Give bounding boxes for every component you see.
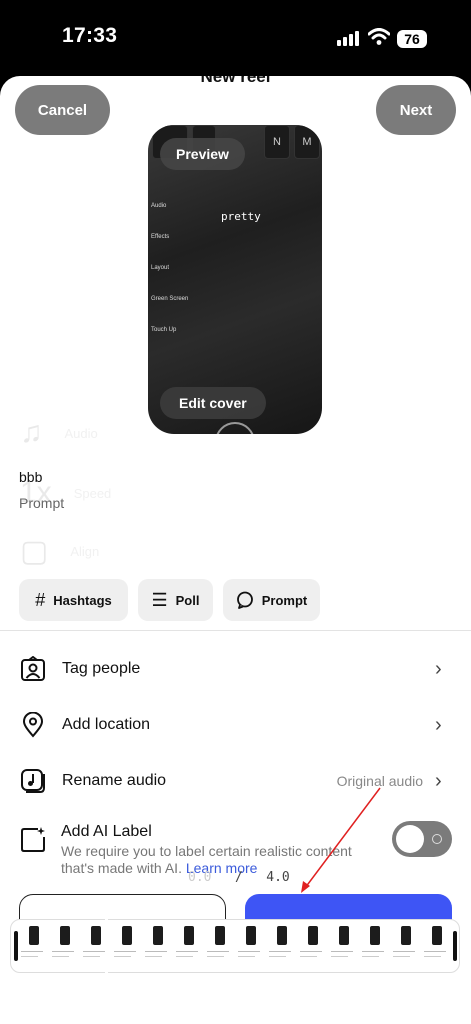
tag-people-row[interactable]: Tag people › (0, 645, 471, 693)
chevron-right-icon: › (435, 769, 442, 792)
keyboard-key: M (294, 125, 320, 159)
filmstrip-frame (267, 924, 295, 968)
battery-icon: 76 (397, 30, 427, 48)
toggle-off-indicator (432, 834, 442, 844)
background-tool-label: Audio (64, 425, 98, 441)
next-button[interactable]: Next (376, 85, 456, 135)
side-option: Touch Up (151, 327, 177, 333)
side-option: Audio (151, 203, 167, 209)
status-bar: 17:33 76 (0, 0, 471, 76)
video-filmstrip[interactable] (10, 919, 460, 973)
toggle-knob (396, 825, 424, 853)
row-label: Tag people (62, 660, 141, 677)
home-indicator (153, 1009, 320, 1014)
trim-handle-left[interactable] (14, 931, 18, 961)
chip-label: Prompt (261, 592, 308, 608)
keyboard-key: N (264, 125, 290, 159)
preview-button[interactable]: Preview (160, 138, 245, 170)
filmstrip-frame (391, 924, 419, 968)
filmstrip-frame (143, 924, 171, 968)
filmstrip-frame (112, 924, 140, 968)
side-option: Effects (151, 234, 170, 240)
hashtags-chip[interactable]: # Hashtags (19, 579, 128, 621)
music-note-icon (19, 768, 46, 795)
cellular-signal-icon (337, 31, 359, 46)
hash-icon: # (35, 589, 46, 610)
background-tool-audio: ♫ Audio (20, 416, 98, 450)
filmstrip-frame (236, 924, 264, 968)
audio-name-value: Original audio (336, 773, 423, 789)
poll-chip[interactable]: ☰ Poll (138, 579, 213, 621)
ai-label-icon (19, 826, 47, 859)
chevron-right-icon: › (435, 657, 442, 680)
align-icon: ▢ (20, 535, 49, 568)
trim-handle-right[interactable] (453, 931, 457, 961)
clock: 17:33 (62, 24, 118, 47)
divider (0, 630, 471, 631)
text-overlay: pretty (221, 210, 261, 223)
side-option: Layout (151, 265, 170, 271)
chip-label: Hashtags (53, 592, 112, 608)
filmstrip-frame (422, 924, 450, 968)
chip-label: Poll (175, 592, 200, 608)
background-tool-label: Align (70, 544, 100, 559)
music-note-icon: ♫ (20, 416, 43, 449)
total-time: 4.0 (266, 870, 290, 885)
list-icon: ☰ (151, 589, 168, 610)
filmstrip-frame (174, 924, 202, 968)
chevron-right-icon: › (435, 713, 442, 736)
current-time: 0.0 (188, 870, 212, 885)
edit-cover-button[interactable]: Edit cover (160, 387, 266, 419)
background-tool-align: ▢ Align (20, 534, 99, 569)
ai-label-toggle[interactable] (392, 821, 452, 857)
tag-person-icon (19, 656, 46, 683)
timeline-timecode: 0.0 / 4.0 (188, 870, 290, 885)
ai-label-title: Add AI Label (61, 823, 152, 840)
side-option: Green Screen (151, 296, 189, 302)
filmstrip-frame (329, 924, 357, 968)
prompt-chip[interactable]: Prompt (223, 579, 320, 621)
background-tool-label: Speed (73, 485, 112, 501)
rename-audio-row[interactable]: Rename audio Original audio › (0, 757, 471, 805)
playhead[interactable] (105, 907, 108, 983)
filmstrip-frame (360, 924, 388, 968)
caption-prompt: Prompt (19, 495, 65, 511)
row-label: Rename audio (62, 772, 167, 789)
filmstrip-frame (19, 924, 47, 968)
record-button (215, 422, 255, 434)
time-separator: / (234, 870, 243, 885)
filmstrip-frame (50, 924, 78, 968)
new-reel-sheet: New reel Cancel Next ♫ Audio 1x Speed ▢ … (0, 76, 471, 1024)
filmstrip-frame (298, 924, 326, 968)
reel-preview[interactable]: N M Preview pretty Audio Effects Layout … (148, 125, 322, 434)
cancel-button[interactable]: Cancel (15, 85, 110, 135)
speech-bubble-icon (236, 591, 253, 609)
location-pin-icon (19, 712, 46, 739)
filmstrip-frame (205, 924, 233, 968)
caption-text[interactable]: bbb (19, 469, 42, 485)
row-label: Add location (62, 716, 151, 733)
add-location-row[interactable]: Add location › (0, 701, 471, 749)
wifi-icon (368, 28, 390, 45)
